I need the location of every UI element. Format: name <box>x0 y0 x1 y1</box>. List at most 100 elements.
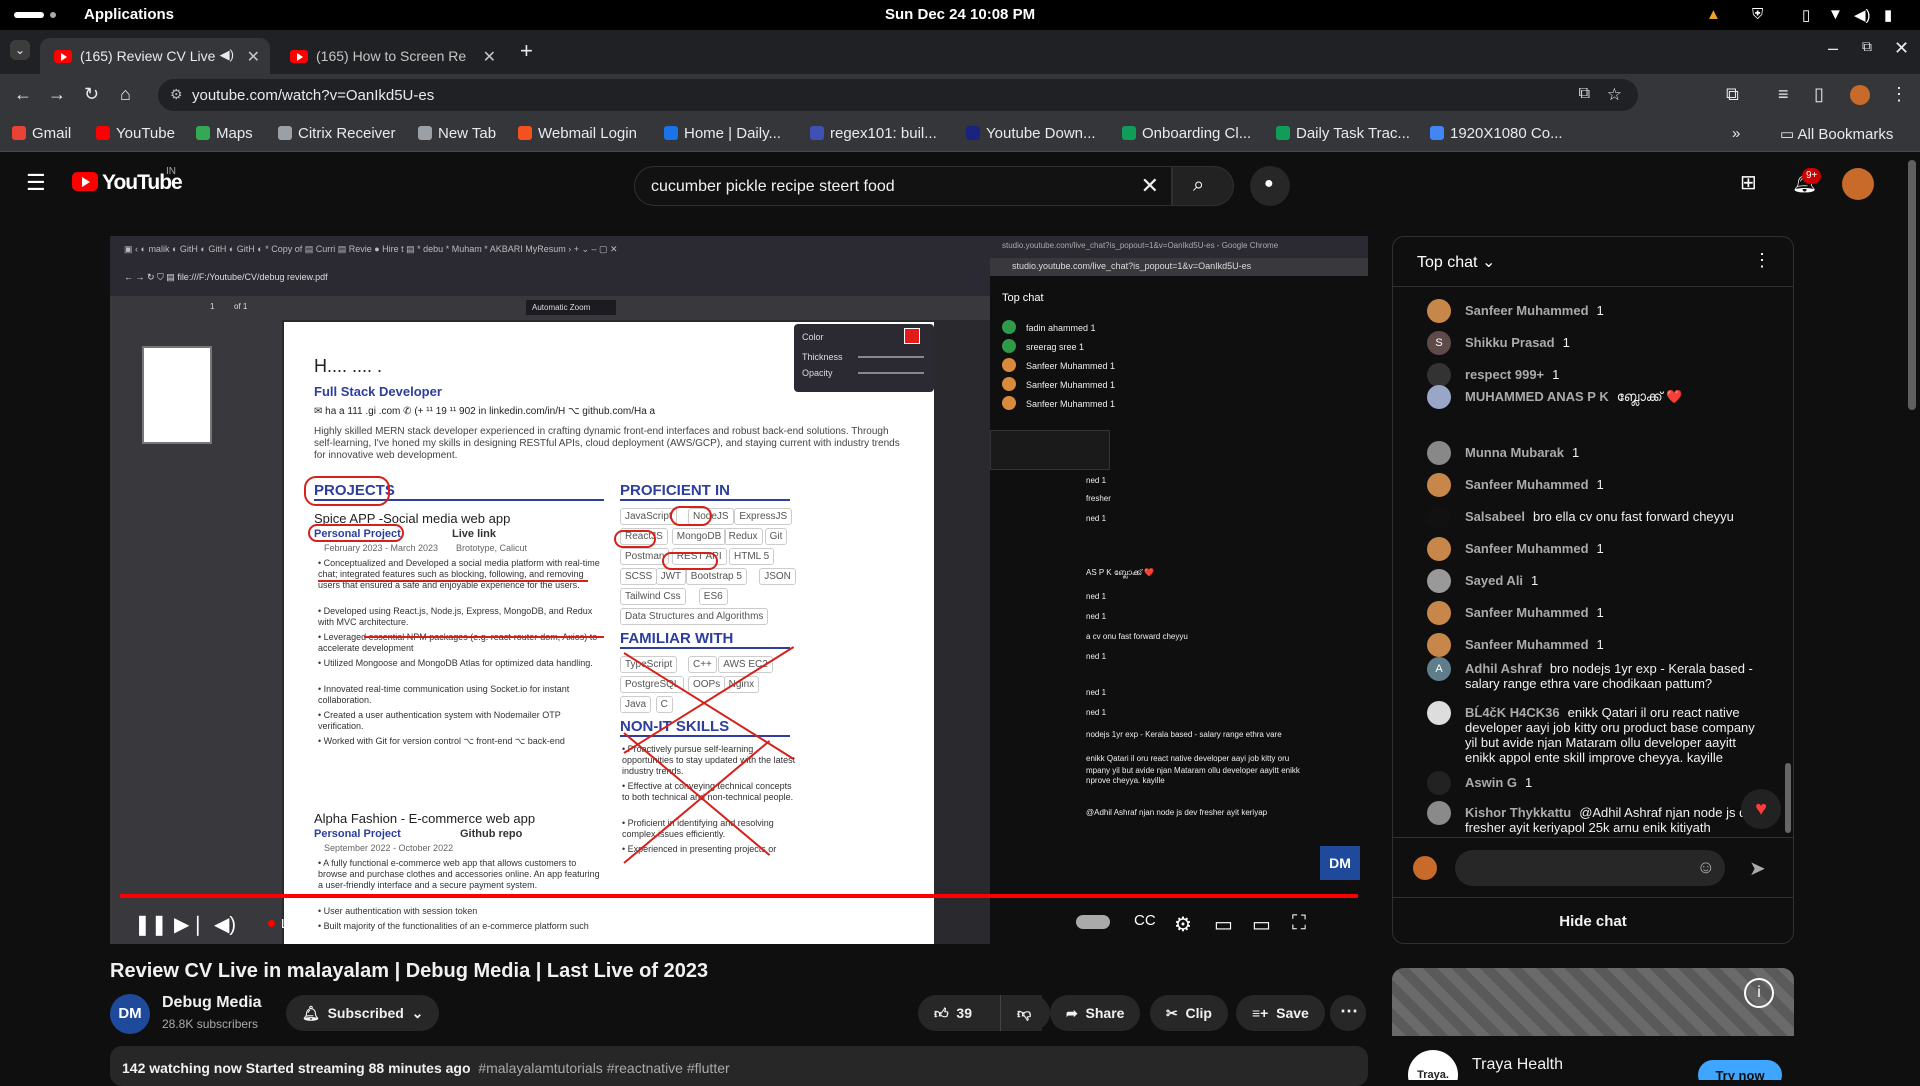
chat-scrollbar[interactable] <box>1785 763 1791 833</box>
description-box[interactable]: 142 watching now Started streaming 88 mi… <box>110 1046 1368 1086</box>
chat-message-input[interactable]: ☺ <box>1455 850 1725 886</box>
fullscreen-icon[interactable]: ⛶ <box>1292 912 1306 935</box>
settings-gear-icon[interactable]: ⚙ <box>1174 912 1192 937</box>
reload-icon[interactable]: ↻ <box>84 84 99 105</box>
save-button[interactable]: ≡+ Save <box>1236 995 1325 1031</box>
browser-menu-icon[interactable]: ⋮ <box>1890 84 1908 105</box>
video-player[interactable]: ▣ ‹ ◐ malik ◐ GitH ◐ GitH ◐ GitH ◐ * Cop… <box>110 236 1368 944</box>
dislike-button[interactable]: 👎︎ <box>1000 995 1050 1031</box>
tab-search-icon[interactable]: ⌄ <box>10 40 30 60</box>
chat-avatar[interactable] <box>1427 505 1451 529</box>
video-progress-bar[interactable] <box>120 894 1358 898</box>
chat-author[interactable]: Aswin G <box>1465 775 1517 790</box>
account-avatar[interactable] <box>1842 168 1874 200</box>
chat-avatar[interactable] <box>1427 601 1451 625</box>
youtube-logo-icon[interactable] <box>72 172 98 191</box>
chat-avatar[interactable] <box>1427 569 1451 593</box>
chat-avatar[interactable] <box>1427 473 1451 497</box>
more-options-icon[interactable]: ⋮ <box>1753 250 1771 271</box>
miniplayer-icon[interactable]: ▭ <box>1214 912 1233 937</box>
autoplay-toggle[interactable] <box>1076 915 1110 929</box>
chat-author[interactable]: Shikku Prasad <box>1465 335 1555 350</box>
vlc-icon[interactable]: ▲ <box>1706 6 1721 23</box>
chat-author[interactable]: Sanfeer Muhammed <box>1465 605 1589 620</box>
share-button[interactable]: ➦ Share <box>1050 995 1141 1031</box>
restore-icon[interactable]: ⧉ <box>1862 38 1872 55</box>
bookmark-5[interactable]: Webmail Login <box>518 125 637 142</box>
search-input[interactable]: cucumber pickle recipe steert food ✕ <box>634 166 1172 206</box>
bookmark-8[interactable]: Youtube Down... <box>966 125 1096 142</box>
create-icon[interactable]: ⊞ <box>1740 170 1757 195</box>
bookmark-0[interactable]: Gmail <box>12 125 71 142</box>
close-window-icon[interactable]: ✕ <box>1894 38 1909 59</box>
clear-search-icon[interactable]: ✕ <box>1141 173 1159 199</box>
shield-icon[interactable]: ⛨ <box>1752 6 1763 23</box>
chat-author[interactable]: Sayed Ali <box>1465 573 1523 588</box>
chat-author[interactable]: MUHAMMED ANAS P K <box>1465 389 1609 404</box>
address-bar[interactable]: ⚙ youtube.com/watch?v=OanIkd5U-es ⧉ ☆ <box>158 79 1638 111</box>
pause-icon[interactable]: ❚❚ <box>134 912 168 937</box>
bookmark-4[interactable]: New Tab <box>418 125 496 142</box>
hide-chat-button[interactable]: Hide chat <box>1393 897 1793 943</box>
chat-author[interactable]: Kishor Thykkattu <box>1465 805 1571 820</box>
minimize-icon[interactable]: – <box>1828 38 1838 59</box>
chat-avatar[interactable] <box>1427 363 1451 387</box>
chat-author[interactable]: Sanfeer Muhammed <box>1465 637 1589 652</box>
url-text[interactable]: youtube.com/watch?v=OanIkd5U-es <box>192 87 434 104</box>
ad-try-now-button[interactable]: Try now <box>1698 1060 1782 1080</box>
bookmark-9[interactable]: Onboarding Cl... <box>1122 125 1251 142</box>
chat-avatar[interactable]: S <box>1427 331 1451 355</box>
theater-mode-icon[interactable]: ▭ <box>1252 912 1271 937</box>
search-button[interactable]: ⌕ <box>1172 166 1234 206</box>
new-tab-icon[interactable]: + <box>520 38 533 64</box>
more-actions-button[interactable]: ⋯ <box>1330 995 1366 1031</box>
applications-menu[interactable]: Applications <box>84 6 174 23</box>
volume-icon[interactable]: ◀) <box>1854 6 1871 24</box>
subscribed-button[interactable]: 🔔︎ Subscribed ⌄ <box>286 995 440 1031</box>
chat-avatar[interactable] <box>1427 771 1451 795</box>
live-badge[interactable]: LIVE <box>268 916 309 931</box>
forward-icon[interactable]: → <box>48 84 66 105</box>
extensions-icon[interactable]: ⧉ <box>1726 84 1739 105</box>
chat-avatar[interactable] <box>1427 633 1451 657</box>
chat-avatar[interactable] <box>1427 441 1451 465</box>
chat-author[interactable]: Sanfeer Muhammed <box>1465 477 1589 492</box>
channel-name[interactable]: Debug Media <box>162 994 262 1012</box>
chat-author[interactable]: Salsabeel <box>1465 509 1525 524</box>
bookmark-10[interactable]: Daily Task Trac... <box>1276 125 1410 142</box>
hamburger-menu-icon[interactable]: ☰ <box>26 170 46 196</box>
send-icon[interactable]: ➤ <box>1749 856 1766 881</box>
workspace-dot[interactable] <box>50 12 56 18</box>
media-controls-icon[interactable]: ≡ <box>1778 84 1789 105</box>
site-info-icon[interactable]: ⚙ <box>170 86 183 103</box>
tab-review-cv[interactable]: (165) Review CV Live ◀) ✕ <box>40 38 270 74</box>
more-bookmarks-icon[interactable]: » <box>1732 125 1740 142</box>
install-app-icon[interactable]: ⧉ <box>1579 85 1590 103</box>
bookmark-star-icon[interactable]: ☆ <box>1607 85 1622 105</box>
chat-author[interactable]: respect 999+ <box>1465 367 1544 382</box>
reaction-heart-icon[interactable]: ♥ <box>1741 789 1781 829</box>
chat-author[interactable]: Adhil Ashraf <box>1465 661 1542 676</box>
clip-button[interactable]: ✂ Clip <box>1150 995 1228 1031</box>
chat-avatar[interactable] <box>1427 537 1451 561</box>
chat-avatar[interactable] <box>1427 801 1451 825</box>
chat-avatar[interactable]: A <box>1427 657 1451 681</box>
audio-playing-icon[interactable]: ◀) <box>220 47 234 63</box>
voice-search-button[interactable]: ● <box>1250 166 1290 206</box>
search-query[interactable]: cucumber pickle recipe steert food <box>651 178 895 196</box>
wifi-icon[interactable]: ▼ <box>1828 6 1843 23</box>
profile-avatar[interactable] <box>1850 85 1870 105</box>
bookmark-6[interactable]: Home | Daily... <box>664 125 781 142</box>
chat-author[interactable]: Sanfeer Muhammed <box>1465 303 1589 318</box>
bookmark-1[interactable]: YouTube <box>96 125 175 142</box>
info-icon[interactable]: i <box>1744 978 1774 1008</box>
phone-icon[interactable]: ▯ <box>1802 6 1810 24</box>
chat-avatar[interactable] <box>1427 701 1451 725</box>
emoji-icon[interactable]: ☺ <box>1697 857 1715 878</box>
side-panel-icon[interactable]: ▯ <box>1814 84 1824 105</box>
tab-screen-record[interactable]: (165) How to Screen Re ✕ <box>276 38 506 74</box>
chat-avatar[interactable] <box>1427 299 1451 323</box>
volume-icon[interactable]: ◀) <box>214 912 236 937</box>
channel-avatar[interactable]: DM <box>110 994 150 1034</box>
workspace-indicator[interactable] <box>14 12 44 18</box>
